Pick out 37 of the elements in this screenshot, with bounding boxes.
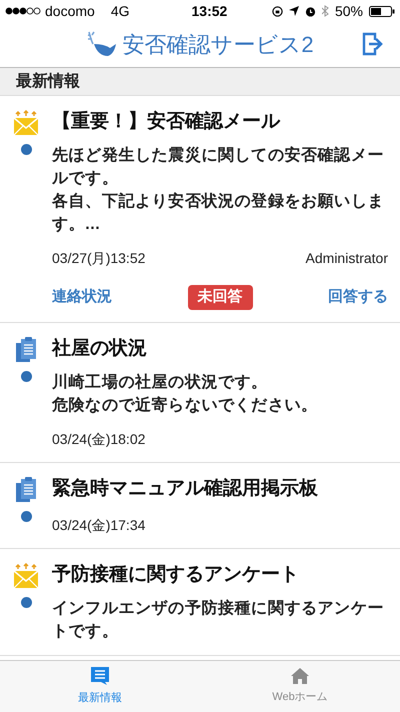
tab-bar-item[interactable]: 最新情報 [0, 661, 200, 712]
section-header: 最新情報 [0, 68, 400, 96]
reply-link[interactable]: 回答する [328, 286, 388, 308]
item-title[interactable]: 予防接種に関するアンケート [52, 560, 388, 588]
clipboard-icon [15, 476, 37, 502]
item-title[interactable]: 緊急時マニュアル確認用掲示板 [52, 474, 388, 502]
clipboard-icon [15, 336, 37, 362]
contact-status-link[interactable]: 連絡状況 [52, 286, 112, 308]
battery-icon [369, 6, 395, 16]
bluetooth-icon [322, 5, 329, 17]
item-body: 危険なので近寄らないでください。 [52, 395, 319, 416]
envelope-icon [13, 110, 39, 136]
item-body: 各自、下記より安否状況の登録をお願いします。... [52, 191, 385, 235]
message-icon [90, 666, 110, 686]
envelope-icon [13, 562, 39, 588]
carrier-name: docomo [45, 2, 95, 20]
item-title[interactable]: 社屋の状況 [52, 334, 388, 362]
item-body: インフルエンザの予防接種に関するアンケートです。 [52, 598, 385, 642]
signal-icon [5, 7, 41, 15]
clock-time: 13:52 [192, 2, 228, 20]
item-title[interactable]: 【重要！】安否確認メール [52, 108, 388, 136]
alarm-clock-icon [304, 6, 316, 16]
network-type: 4G [110, 2, 130, 20]
item-date: 03/24(金)17:34 [52, 516, 146, 535]
item-date: 03/24(金)18:02 [52, 430, 146, 449]
home-icon [290, 667, 310, 686]
rotation-lock-icon [272, 6, 283, 16]
item-body: 川崎工場の社屋の状況です。 [52, 372, 269, 392]
location-arrow-icon [288, 6, 299, 16]
logout-icon [362, 32, 384, 56]
status-badge: 未回答 [188, 285, 252, 310]
item-date: 03/27(月)13:52 [52, 249, 146, 268]
logout-button[interactable] [362, 32, 384, 56]
item-body: 先ほど発生した震災に関しての安否確認メールです。 [52, 145, 385, 189]
item-author: Administrator [306, 249, 388, 268]
app-title: 安否確認サービス2 [122, 31, 314, 59]
battery-percent: 50% [334, 2, 363, 20]
